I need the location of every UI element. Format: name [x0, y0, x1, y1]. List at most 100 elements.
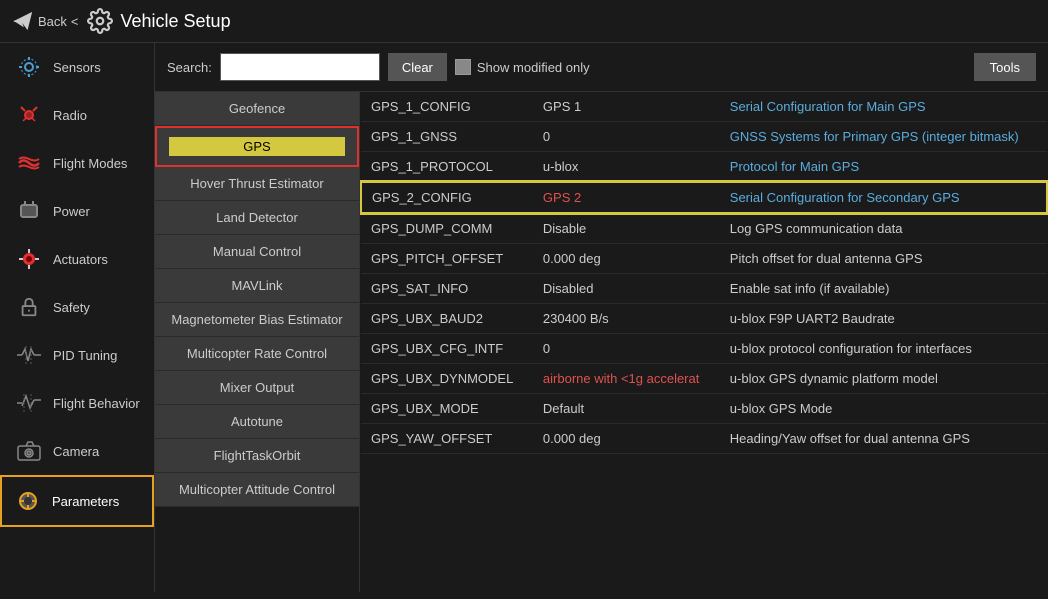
flight-behavior-label: Flight Behavior	[53, 396, 140, 411]
param-name-cell: GPS_UBX_MODE	[361, 394, 533, 424]
flight-modes-label: Flight Modes	[53, 156, 127, 171]
pid-label: PID Tuning	[53, 348, 117, 363]
sidebar-item-sensors[interactable]: Sensors	[0, 43, 154, 91]
params-table: GPS_1_CONFIGGPS 1Serial Configuration fo…	[360, 92, 1048, 592]
show-modified-checkbox[interactable]	[455, 59, 471, 75]
search-label: Search:	[167, 60, 212, 75]
actuators-label: Actuators	[53, 252, 108, 267]
param-desc-cell: Protocol for Main GPS	[720, 152, 1047, 183]
pid-icon	[15, 341, 43, 369]
param-value-cell[interactable]: 0.000 deg	[533, 424, 720, 454]
sensors-icon	[15, 53, 43, 81]
sub-nav-autotune[interactable]: Autotune	[155, 405, 359, 439]
table-row[interactable]: GPS_DUMP_COMMDisableLog GPS communicatio…	[361, 213, 1047, 244]
sidebar: Sensors Radio Fli	[0, 43, 155, 592]
param-value-cell[interactable]: Default	[533, 394, 720, 424]
sub-nav-magnetometer-bias[interactable]: Magnetometer Bias Estimator	[155, 303, 359, 337]
param-desc-cell: Heading/Yaw offset for dual antenna GPS	[720, 424, 1047, 454]
sub-nav-manual-control[interactable]: Manual Control	[155, 235, 359, 269]
param-name-cell: GPS_DUMP_COMM	[361, 213, 533, 244]
param-value-cell[interactable]: 230400 B/s	[533, 304, 720, 334]
table-row[interactable]: GPS_1_CONFIGGPS 1Serial Configuration fo…	[361, 92, 1047, 122]
param-name-cell: GPS_1_CONFIG	[361, 92, 533, 122]
clear-button[interactable]: Clear	[388, 53, 447, 81]
sidebar-item-camera[interactable]: Camera	[0, 427, 154, 475]
sub-nav-gps[interactable]: GPS	[155, 126, 359, 167]
separator: <	[71, 14, 79, 29]
sub-nav-flighttask-orbit[interactable]: FlightTaskOrbit	[155, 439, 359, 473]
sub-nav-multicopter-attitude[interactable]: Multicopter Attitude Control	[155, 473, 359, 507]
param-desc-cell: GNSS Systems for Primary GPS (integer bi…	[720, 122, 1047, 152]
param-name-cell: GPS_UBX_DYNMODEL	[361, 364, 533, 394]
sub-nav-land-detector[interactable]: Land Detector	[155, 201, 359, 235]
camera-label: Camera	[53, 444, 99, 459]
show-modified-label: Show modified only	[477, 60, 590, 75]
param-value-cell[interactable]: Disable	[533, 213, 720, 244]
table-row[interactable]: GPS_UBX_BAUD2230400 B/su-blox F9P UART2 …	[361, 304, 1047, 334]
sub-nav-hover-thrust[interactable]: Hover Thrust Estimator	[155, 167, 359, 201]
search-input[interactable]	[220, 53, 380, 81]
parameters-icon	[14, 487, 42, 515]
sub-nav-mixer-output[interactable]: Mixer Output	[155, 371, 359, 405]
param-value-cell[interactable]: GPS 2	[533, 182, 720, 213]
param-desc-cell: u-blox F9P UART2 Baudrate	[720, 304, 1047, 334]
back-label: Back	[38, 14, 67, 29]
param-value-cell[interactable]: 0	[533, 334, 720, 364]
param-value-cell[interactable]: GPS 1	[533, 92, 720, 122]
table-row[interactable]: GPS_UBX_DYNMODELairborne with <1g accele…	[361, 364, 1047, 394]
param-value-cell[interactable]: u-blox	[533, 152, 720, 183]
header: Back < Vehicle Setup	[0, 0, 1048, 43]
table-row[interactable]: GPS_2_CONFIGGPS 2Serial Configuration fo…	[361, 182, 1047, 213]
param-name-cell: GPS_1_PROTOCOL	[361, 152, 533, 183]
safety-icon	[15, 293, 43, 321]
params-data-table: GPS_1_CONFIGGPS 1Serial Configuration fo…	[360, 92, 1048, 454]
param-name-cell: GPS_UBX_BAUD2	[361, 304, 533, 334]
sidebar-item-flight-modes[interactable]: Flight Modes	[0, 139, 154, 187]
param-desc-cell: Serial Configuration for Secondary GPS	[720, 182, 1047, 213]
safety-label: Safety	[53, 300, 90, 315]
sensors-label: Sensors	[53, 60, 101, 75]
sub-nav-mavlink[interactable]: MAVLink	[155, 269, 359, 303]
table-row[interactable]: GPS_SAT_INFODisabledEnable sat info (if …	[361, 274, 1047, 304]
param-value-cell[interactable]: Disabled	[533, 274, 720, 304]
param-name-cell: GPS_1_GNSS	[361, 122, 533, 152]
radio-icon	[15, 101, 43, 129]
tools-button[interactable]: Tools	[974, 53, 1036, 81]
sub-nav-multicopter-rate[interactable]: Multicopter Rate Control	[155, 337, 359, 371]
sidebar-item-actuators[interactable]: Actuators	[0, 235, 154, 283]
param-value-cell[interactable]: airborne with <1g accelerat	[533, 364, 720, 394]
param-desc-cell: Serial Configuration for Main GPS	[720, 92, 1047, 122]
back-icon	[12, 10, 34, 32]
sidebar-item-flight-behavior[interactable]: Flight Behavior	[0, 379, 154, 427]
table-row[interactable]: GPS_1_GNSS0GNSS Systems for Primary GPS …	[361, 122, 1047, 152]
radio-label: Radio	[53, 108, 87, 123]
back-button[interactable]: Back <	[12, 10, 79, 32]
param-name-cell: GPS_UBX_CFG_INTF	[361, 334, 533, 364]
table-row[interactable]: GPS_UBX_MODEDefaultu-blox GPS Mode	[361, 394, 1047, 424]
param-name-cell: GPS_SAT_INFO	[361, 274, 533, 304]
flight-behavior-icon	[15, 389, 43, 417]
param-desc-cell: Enable sat info (if available)	[720, 274, 1047, 304]
sidebar-item-pid-tuning[interactable]: PID Tuning	[0, 331, 154, 379]
sidebar-item-radio[interactable]: Radio	[0, 91, 154, 139]
sidebar-item-parameters[interactable]: Parameters	[0, 475, 154, 527]
page-title: Vehicle Setup	[121, 11, 231, 32]
actuators-icon	[15, 245, 43, 273]
table-row[interactable]: GPS_PITCH_OFFSET0.000 degPitch offset fo…	[361, 244, 1047, 274]
parameters-label: Parameters	[52, 494, 119, 509]
table-row[interactable]: GPS_UBX_CFG_INTF0u-blox protocol configu…	[361, 334, 1047, 364]
table-row[interactable]: GPS_YAW_OFFSET0.000 degHeading/Yaw offse…	[361, 424, 1047, 454]
content-body: Geofence GPS Hover Thrust Estimator Land…	[155, 92, 1048, 592]
table-row[interactable]: GPS_1_PROTOCOLu-bloxProtocol for Main GP…	[361, 152, 1047, 183]
param-value-cell[interactable]: 0.000 deg	[533, 244, 720, 274]
sub-nav-geofence[interactable]: Geofence	[155, 92, 359, 126]
sidebar-item-power[interactable]: Power	[0, 187, 154, 235]
power-icon	[15, 197, 43, 225]
param-value-cell[interactable]: 0	[533, 122, 720, 152]
param-name-cell: GPS_YAW_OFFSET	[361, 424, 533, 454]
show-modified-container: Show modified only	[455, 59, 590, 75]
sidebar-item-safety[interactable]: Safety	[0, 283, 154, 331]
power-label: Power	[53, 204, 90, 219]
param-desc-cell: u-blox protocol configuration for interf…	[720, 334, 1047, 364]
param-desc-cell: u-blox GPS Mode	[720, 394, 1047, 424]
